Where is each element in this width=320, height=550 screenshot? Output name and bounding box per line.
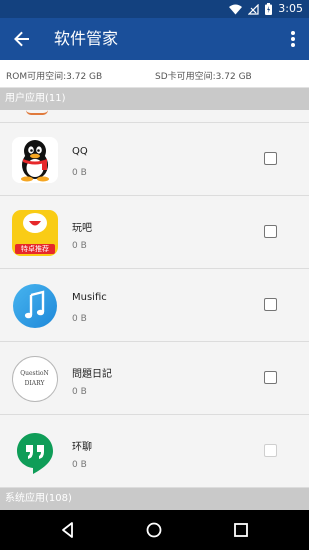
question-diary-icon: QuestioN DIARY: [12, 356, 58, 402]
app-size: 0 B: [72, 387, 87, 397]
list-item-partial: [0, 110, 309, 123]
list-item-wanba[interactable]: 特卓推荐 玩吧 0 B: [0, 196, 309, 269]
page-title: 软件管家: [54, 29, 119, 48]
music-note-icon: [13, 284, 57, 328]
app-checkbox-disabled[interactable]: [264, 444, 277, 457]
sd-free-space: SD卡可用空间:3.72 GB: [155, 72, 252, 82]
app-name: 玩吧: [72, 223, 92, 234]
status-bar: 3:05: [0, 0, 309, 18]
back-triangle-icon[interactable]: [58, 520, 78, 540]
qq-penguin-icon: [12, 137, 58, 183]
list-item-musific[interactable]: Musific 0 B: [0, 269, 309, 342]
icon-text-bottom: DIARY: [24, 380, 45, 387]
wifi-icon: [229, 4, 243, 14]
back-arrow-icon[interactable]: [10, 27, 34, 51]
user-apps-header[interactable]: 用户应用(11): [0, 88, 309, 110]
battery-icon: [265, 3, 273, 15]
app-size: 0 B: [72, 168, 87, 178]
status-icons: 3:05: [229, 2, 303, 16]
hangouts-icon: [17, 433, 53, 474]
more-vert-icon[interactable]: [285, 27, 301, 51]
app-size: 0 B: [72, 460, 87, 470]
app-list[interactable]: QQ 0 B 特卓推荐 玩吧 0 B Musific 0 B QuestioN …: [0, 110, 309, 488]
app-bar: 软件管家: [0, 18, 309, 60]
wanba-icon: 特卓推荐: [12, 210, 58, 256]
wanba-badge: 特卓推荐: [15, 244, 55, 254]
system-apps-header[interactable]: 系统应用(108): [0, 488, 309, 510]
app-checkbox[interactable]: [264, 152, 277, 165]
app-size: 0 B: [72, 241, 87, 251]
list-item-hangouts[interactable]: 环聊 0 B: [0, 415, 309, 488]
app-name: 問題日記: [72, 369, 112, 380]
app-checkbox[interactable]: [264, 225, 277, 238]
navigation-bar: [0, 510, 309, 550]
no-signal-icon: [248, 3, 259, 15]
rom-free-space: ROM可用空间:3.72 GB: [6, 72, 103, 82]
list-item-question-diary[interactable]: QuestioN DIARY 問題日記 0 B: [0, 342, 309, 415]
storage-info: ROM可用空间:3.72 GB SD卡可用空间:3.72 GB: [0, 60, 309, 88]
app-name: QQ: [72, 146, 88, 157]
icon-text-top: QuestioN: [20, 370, 49, 377]
app-checkbox[interactable]: [264, 298, 277, 311]
recents-square-icon[interactable]: [231, 520, 251, 540]
app-name: 环聊: [72, 442, 92, 453]
list-item-qq[interactable]: QQ 0 B: [0, 123, 309, 196]
app-size: 0 B: [72, 314, 87, 324]
app-checkbox[interactable]: [264, 371, 277, 384]
home-circle-icon[interactable]: [144, 520, 164, 540]
partial-app-icon: [26, 110, 48, 115]
app-name: Musific: [72, 292, 107, 303]
status-time: 3:05: [278, 2, 303, 15]
